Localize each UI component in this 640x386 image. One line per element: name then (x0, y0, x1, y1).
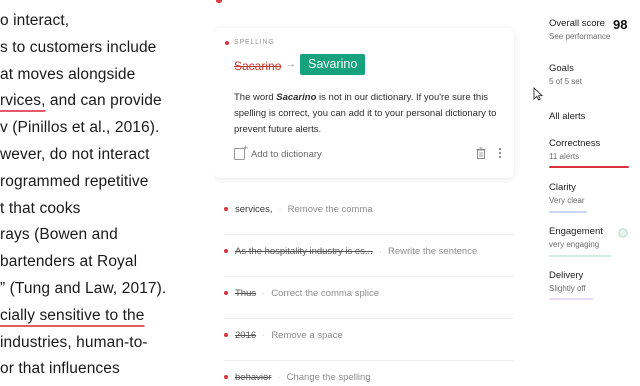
score-sidebar: Overall score See performance 98 Goals 5… (540, 0, 640, 386)
delivery-bar (549, 298, 593, 300)
doc-line[interactable]: t that cooks (0, 200, 80, 218)
doc-line[interactable]: wever, do not interact (0, 146, 150, 164)
all-alerts-label: All alerts (549, 111, 586, 122)
card-description: The word Sacarino is not in our dictiona… (234, 92, 497, 135)
alert-dot (224, 333, 228, 337)
see-performance-link[interactable]: See performance (549, 32, 639, 41)
doc-line[interactable]: rogrammed repetitive (0, 173, 148, 191)
doc-line[interactable]: ” (Tung and Law, 2017). (0, 280, 166, 298)
doc-line[interactable]: s to customers include (0, 39, 156, 57)
card-category: SPELLING (234, 39, 275, 46)
clarity-tab[interactable]: Clarity Very clear (549, 182, 639, 205)
alert-hint: Remove a space (271, 329, 343, 341)
doc-line[interactable]: at moves alongside (0, 66, 135, 84)
alert-word: Thus (235, 287, 257, 299)
suggestions-panel: SPELLING Sacarino → Savarino The word Sa… (214, 0, 520, 386)
alert-hint: Change the spelling (286, 371, 371, 383)
clarity-status: Very clear (549, 196, 585, 205)
arrow-right-icon: → (286, 59, 296, 70)
all-alerts-tab[interactable]: All alerts (549, 111, 639, 122)
engagement-check-icon (618, 228, 628, 238)
add-to-dictionary-button[interactable]: Add to dictionary (234, 143, 322, 160)
doc-line[interactable]: cially sensitive to the (0, 307, 144, 325)
alert-dot (224, 249, 228, 253)
doc-text: and can provide (45, 92, 162, 109)
goals-status: 5 of 5 set (549, 77, 582, 86)
separator: · (278, 203, 282, 215)
add-to-dictionary-label: Add to dictionary (251, 148, 322, 160)
goals-title: Goals (549, 63, 574, 74)
trash-icon[interactable] (476, 147, 486, 159)
clarity-title: Clarity (549, 182, 576, 193)
engagement-bar (549, 255, 611, 257)
doc-line[interactable]: rvices, and can provide (0, 92, 162, 110)
correctness-bar (549, 166, 629, 168)
alert-row[interactable]: 2016 · Remove a space (214, 320, 520, 350)
divider (224, 234, 514, 235)
alert-hint: Rewrite the sentence (387, 245, 478, 257)
document-editor[interactable]: o interact, s to customers include at mo… (0, 0, 205, 386)
alert-word: 2016 (235, 329, 257, 341)
correctness-title: Correctness (549, 138, 601, 149)
alert-hint: Correct the comma splice (271, 287, 379, 299)
more-options-icon[interactable] (497, 147, 503, 159)
clarity-bar (549, 211, 587, 213)
alert-hint: Remove the comma (287, 203, 373, 215)
dictionary-add-icon (234, 143, 248, 160)
flagged-word[interactable]: rvices, (0, 92, 45, 109)
separator: · (262, 329, 266, 341)
goals[interactable]: Goals 5 of 5 set (549, 63, 639, 86)
alert-dot (224, 207, 228, 211)
doc-line[interactable]: rays (Bowen and (0, 226, 118, 244)
separator: · (262, 287, 266, 299)
alert-row[interactable]: behavior · Change the spelling (214, 362, 520, 386)
delivery-title: Delivery (549, 270, 584, 281)
doc-line[interactable]: v (Pinillos et al., 2016). (0, 119, 159, 137)
delivery-status: Slightly off (549, 284, 586, 293)
correctness-tab[interactable]: Correctness 11 alerts (549, 138, 639, 161)
divider (224, 318, 514, 319)
alert-dot (224, 291, 228, 295)
alert-word: As the hospitality industry is es... (235, 245, 373, 257)
separator: · (378, 245, 382, 257)
doc-line[interactable]: or that influences (0, 360, 120, 378)
alert-dot (225, 41, 229, 45)
spelling-suggestion-card[interactable]: SPELLING Sacarino → Savarino The word Sa… (214, 28, 514, 178)
accept-suggestion-button[interactable]: Savarino (300, 54, 366, 75)
alert-word: services, (235, 203, 273, 215)
correctness-count: 11 alerts (549, 152, 580, 161)
alert-row[interactable]: services, · Remove the comma (214, 194, 520, 224)
doc-line[interactable]: o interact, (0, 12, 69, 30)
original-word: Sacarino (234, 59, 282, 73)
divider (224, 276, 514, 277)
separator: · (277, 371, 281, 383)
alert-row[interactable]: Thus · Correct the comma splice (214, 278, 520, 308)
overall-score-value: 98 (613, 17, 628, 32)
divider (224, 360, 514, 361)
alert-row[interactable]: As the hospitality industry is es... · R… (214, 236, 520, 266)
flagged-phrase[interactable]: cially sensitive to the (0, 307, 144, 324)
alert-word: behavior (235, 371, 272, 383)
engagement-status: very engaging (549, 240, 600, 249)
delivery-tab[interactable]: Delivery Slightly off (549, 270, 639, 293)
doc-line[interactable]: bartenders at Royal (0, 253, 137, 271)
doc-line[interactable]: industries, human-to- (0, 334, 148, 352)
alert-dot (224, 375, 228, 379)
